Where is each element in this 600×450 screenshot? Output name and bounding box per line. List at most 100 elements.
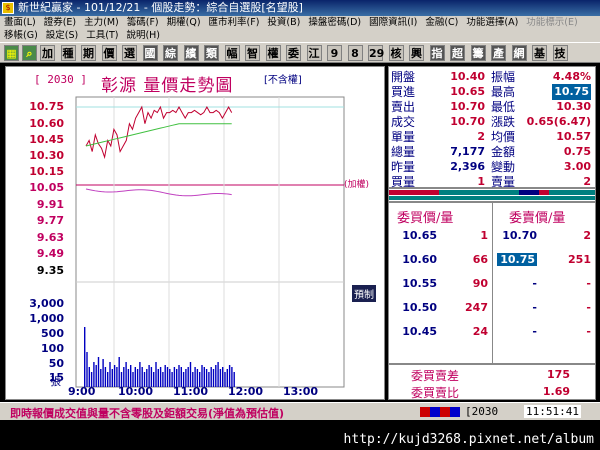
time-tick-label: 13:00 xyxy=(283,385,319,398)
toolbar-button[interactable]: 29 xyxy=(368,45,384,61)
toolbar-button[interactable]: 籌 xyxy=(470,45,486,61)
volume-bar xyxy=(178,365,180,387)
quote-label: 單量 xyxy=(391,130,416,144)
toolbar-button[interactable]: 智 xyxy=(245,45,260,61)
volume-bar xyxy=(84,327,86,387)
volume-bar xyxy=(88,367,90,387)
ask-price: - xyxy=(532,277,537,290)
menu-item[interactable]: 期權(Q) xyxy=(167,17,201,28)
volume-bar xyxy=(189,362,192,387)
toolbar-button[interactable]: 9 xyxy=(327,45,342,61)
title-bar: $ 新世紀贏家 - 101/12/21 - 個股走勢：綜合自選股[名望股] xyxy=(0,0,600,16)
toolbar-button[interactable]: 價 xyxy=(101,45,117,61)
status-flags xyxy=(420,407,460,417)
toolbar-button[interactable]: 8 xyxy=(347,45,363,61)
toolbar: ▦ ⌕ 加種期價選國綜繽類幅智權委江 9 8 29 核興指超籌產網基技 xyxy=(0,42,600,63)
average-price-line xyxy=(85,123,232,147)
toolbar-button[interactable]: 技 xyxy=(552,45,568,61)
toolbar-button[interactable]: 權 xyxy=(265,45,281,61)
volume-bars xyxy=(84,327,235,387)
volume-bar xyxy=(130,365,132,387)
toolbar-button[interactable]: 網 xyxy=(511,45,527,61)
quote-label: 成交 xyxy=(391,115,416,129)
quote-value: 0.75 xyxy=(563,145,591,158)
volume-bar xyxy=(141,367,143,387)
menu-item[interactable]: 畫面(L) xyxy=(4,17,36,28)
toolbar-grid-icon[interactable]: ▦ xyxy=(4,45,19,61)
menu-item[interactable]: 證券(E) xyxy=(44,17,76,28)
toolbar-button[interactable]: 選 xyxy=(122,45,137,61)
toolbar-button[interactable]: 類 xyxy=(204,45,219,61)
volume-tick-label: 100 xyxy=(41,342,64,355)
toolbar-button[interactable]: 江 xyxy=(306,45,322,61)
price-tick-label: 10.30 xyxy=(29,149,64,162)
toolbar-button[interactable]: 加 xyxy=(40,45,55,61)
toolbar-button[interactable]: 綜 xyxy=(163,45,178,61)
toolbar-button[interactable]: 基 xyxy=(532,45,547,61)
price-tick-label: 9.63 xyxy=(36,231,64,244)
toolbar-button[interactable]: 種 xyxy=(60,45,76,61)
toolbar-button[interactable]: 國 xyxy=(142,45,158,61)
quote-label: 最低 xyxy=(491,100,516,114)
toolbar-button[interactable]: 產 xyxy=(491,45,506,61)
toolbar-button[interactable]: 核 xyxy=(388,45,404,61)
volume-bar xyxy=(231,367,233,387)
time-tick-label: 11:00 xyxy=(173,385,209,398)
quote-value: 2,396 xyxy=(450,160,485,173)
volume-bar xyxy=(208,372,210,387)
menu-item[interactable]: 匯市利率(F) xyxy=(209,17,260,28)
quote-value: 4.48% xyxy=(552,70,591,83)
ask-qty: 2 xyxy=(583,229,591,242)
price-polyline xyxy=(85,105,233,160)
toolbar-button[interactable]: 指 xyxy=(429,45,445,61)
volume-bar xyxy=(210,367,212,387)
time-tick-label: 10:00 xyxy=(118,385,154,398)
menu-item[interactable]: 金融(C) xyxy=(425,17,458,28)
ask-qty: - xyxy=(586,325,591,338)
price-tick-label: 10.60 xyxy=(29,117,64,130)
menu-item[interactable]: 籌碼(F) xyxy=(127,17,159,28)
toolbar-button[interactable]: 委 xyxy=(286,45,301,61)
toolbar-button[interactable]: 繽 xyxy=(183,45,199,61)
volume-tick-label: 1,000 xyxy=(29,312,64,325)
bid-ask-ratio-value: 1.69 xyxy=(542,385,570,398)
volume-bar xyxy=(93,362,95,387)
menu-item[interactable]: 國際資訊(I) xyxy=(369,17,417,28)
volume-bar xyxy=(173,367,176,387)
volume-bar xyxy=(125,362,127,387)
menu-item[interactable]: 移帳(G) xyxy=(4,30,38,41)
volume-bar xyxy=(222,367,224,387)
menu-item[interactable]: 主力(M) xyxy=(84,17,119,28)
quote-label: 買進 xyxy=(391,85,416,99)
volume-bar xyxy=(162,372,164,387)
quote-label: 開盤 xyxy=(391,70,416,84)
menu-item[interactable]: 功能選擇(A) xyxy=(466,17,518,28)
volume-bar xyxy=(180,367,182,387)
volume-bar xyxy=(164,365,166,387)
menu-item[interactable]: 操盤密碼(D) xyxy=(308,17,361,28)
quote-label: 變動 xyxy=(491,160,516,174)
volume-bar xyxy=(194,367,196,387)
toolbar-button[interactable]: 超 xyxy=(450,45,465,61)
quote-label: 最高 xyxy=(491,85,516,99)
time-tick-label: 9:00 xyxy=(68,385,96,398)
toolbar-button[interactable]: 期 xyxy=(81,45,96,61)
toolbar-button[interactable]: 幅 xyxy=(224,45,240,61)
menu-item[interactable]: 工具(T) xyxy=(86,30,118,41)
price-line xyxy=(85,105,233,160)
toolbar-search-icon[interactable]: ⌕ xyxy=(22,45,37,61)
volume-bar xyxy=(111,369,113,387)
volume-tick-label: 50 xyxy=(48,357,64,370)
volume-bar xyxy=(219,369,222,387)
volume-tick-label: 500 xyxy=(41,327,64,340)
bid-price: 10.60 xyxy=(402,253,437,266)
volume-bar xyxy=(157,369,159,387)
quote-value: 10.57 xyxy=(556,130,591,143)
price-tick-label: 9.77 xyxy=(36,214,64,227)
bid-price: 10.50 xyxy=(402,301,437,314)
menu-item[interactable]: 投資(B) xyxy=(267,17,300,28)
ask-qty: - xyxy=(586,301,591,314)
toolbar-button[interactable]: 興 xyxy=(409,45,424,61)
menu-item[interactable]: 設定(S) xyxy=(46,30,78,41)
menu-item[interactable]: 說明(H) xyxy=(126,30,160,41)
